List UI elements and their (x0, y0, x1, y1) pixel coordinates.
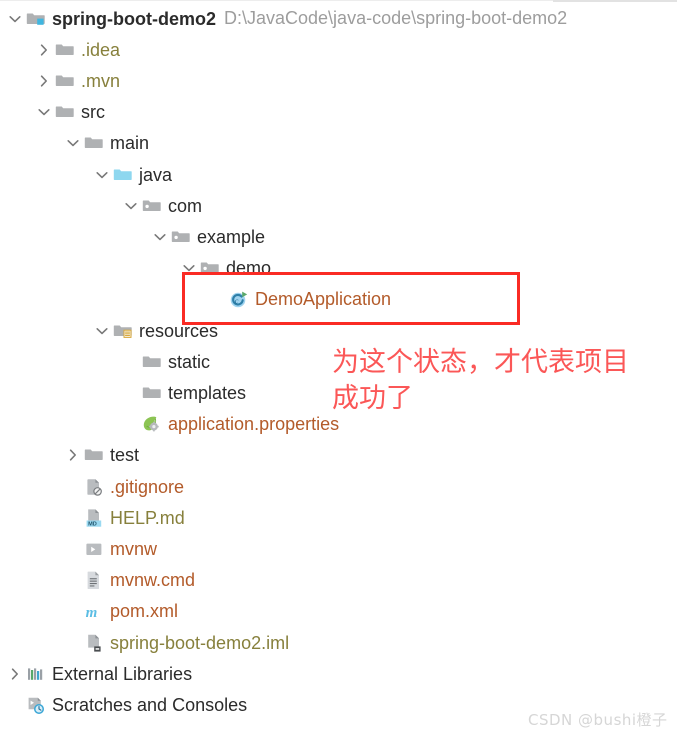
tree-row[interactable]: Scratches and Consoles (6, 689, 247, 720)
tree-row[interactable]: m pom.xml (64, 596, 178, 627)
tree-row-label: com (168, 195, 203, 216)
tree-row-label: .idea (81, 39, 121, 60)
iml-module-file-icon (84, 633, 104, 653)
tree-row-label: External Libraries (52, 663, 193, 684)
tree-row[interactable]: .idea (35, 34, 120, 65)
tree-row-label: Scratches and Consoles (52, 694, 248, 715)
chevron-down-icon[interactable] (122, 197, 140, 215)
chevron-down-icon[interactable] (35, 103, 53, 121)
tree-row[interactable]: com (122, 190, 202, 221)
chevron-right-icon[interactable] (6, 665, 24, 683)
package-icon (171, 227, 191, 247)
chevron-placeholder (64, 602, 82, 620)
chevron-right-icon[interactable] (35, 72, 53, 90)
tree-row-label: static (168, 351, 211, 372)
project-folder-icon (26, 9, 46, 29)
tree-row[interactable]: templates (122, 377, 246, 408)
svg-text:MD: MD (88, 521, 97, 527)
chevron-placeholder (64, 571, 82, 589)
tree-row[interactable]: mvnw (64, 533, 157, 564)
libraries-icon (26, 664, 46, 684)
tree-row[interactable]: .gitignore (64, 471, 184, 502)
folder-icon (55, 40, 75, 60)
tree-row-label: HELP.md (110, 507, 185, 528)
chevron-down-icon[interactable] (6, 10, 24, 28)
tree-row[interactable]: example (151, 221, 265, 252)
maven-pom-icon: m (84, 601, 104, 621)
spring-properties-icon (142, 414, 162, 434)
folder-icon (84, 133, 104, 153)
folder-icon (55, 102, 75, 122)
tree-row-label: .gitignore (110, 476, 185, 497)
text-file-icon (84, 570, 104, 590)
watermark-label: CSDN @bushi橙子 (528, 711, 668, 729)
chevron-down-icon[interactable] (93, 166, 111, 184)
chevron-right-icon[interactable] (35, 41, 53, 59)
tree-row[interactable]: .mvn (35, 65, 120, 96)
tree-row-path: D:\JavaCode\java-code\spring-boot-demo2 (224, 8, 568, 28)
tree-row[interactable]: main (64, 128, 149, 159)
chevron-down-icon[interactable] (64, 134, 82, 152)
chevron-placeholder (64, 509, 82, 527)
tree-row[interactable]: src (35, 97, 105, 128)
chevron-placeholder (64, 540, 82, 558)
tree-row-label: spring-boot-demo2 (52, 8, 216, 29)
tree-row-label: spring-boot-demo2.iml (110, 632, 290, 653)
tree-row-label: example (197, 226, 266, 247)
shell-script-icon (84, 539, 104, 559)
tree-row[interactable]: mvnw.cmd (64, 565, 195, 596)
annotation-rectangle (182, 272, 520, 325)
chevron-placeholder (122, 384, 140, 402)
tree-row-label: mvnw.cmd (110, 570, 196, 591)
tree-row-label: templates (168, 382, 247, 403)
tree-row-label: src (81, 102, 105, 123)
tree-row[interactable]: static (122, 346, 210, 377)
tree-row-label: application.properties (168, 414, 340, 435)
folder-icon (55, 71, 75, 91)
tree-row[interactable]: application.properties (122, 409, 339, 440)
tree-row-label: mvnw (110, 538, 158, 559)
folder-icon (84, 445, 104, 465)
chevron-placeholder (122, 353, 140, 371)
gitignore-file-icon (84, 477, 104, 497)
annotation-text: 为这个状态，才代表项目 成功了 (332, 347, 629, 414)
chevron-down-icon[interactable] (93, 322, 111, 340)
markdown-file-icon: MD (84, 508, 104, 528)
tree-row-label: test (110, 445, 140, 466)
folder-icon (142, 352, 162, 372)
chevron-right-icon[interactable] (64, 446, 82, 464)
chevron-placeholder (122, 415, 140, 433)
chevron-placeholder (64, 634, 82, 652)
chevron-down-icon[interactable] (151, 228, 169, 246)
folder-icon (142, 383, 162, 403)
package-icon (142, 196, 162, 216)
tree-row[interactable]: MD HELP.md (64, 502, 185, 533)
tree-row-label: main (110, 133, 150, 154)
tree-row-label: java (139, 164, 173, 185)
tree-row[interactable]: test (64, 440, 139, 471)
chevron-placeholder (6, 696, 24, 714)
tree-row[interactable]: spring-boot-demo2.iml (64, 627, 289, 658)
tree-row[interactable]: java (93, 159, 172, 190)
tree-row[interactable]: spring-boot-demo2 D:\JavaCode\java-code\s… (6, 3, 567, 34)
source-root-folder-icon (113, 165, 133, 185)
tree-row[interactable]: External Libraries (6, 658, 192, 689)
scratches-icon (26, 695, 46, 715)
resource-root-folder-icon (113, 321, 133, 341)
tree-row-label: .mvn (81, 70, 121, 91)
tree-row-label: pom.xml (110, 601, 179, 622)
svg-text:m: m (86, 605, 98, 621)
chevron-placeholder (64, 478, 82, 496)
